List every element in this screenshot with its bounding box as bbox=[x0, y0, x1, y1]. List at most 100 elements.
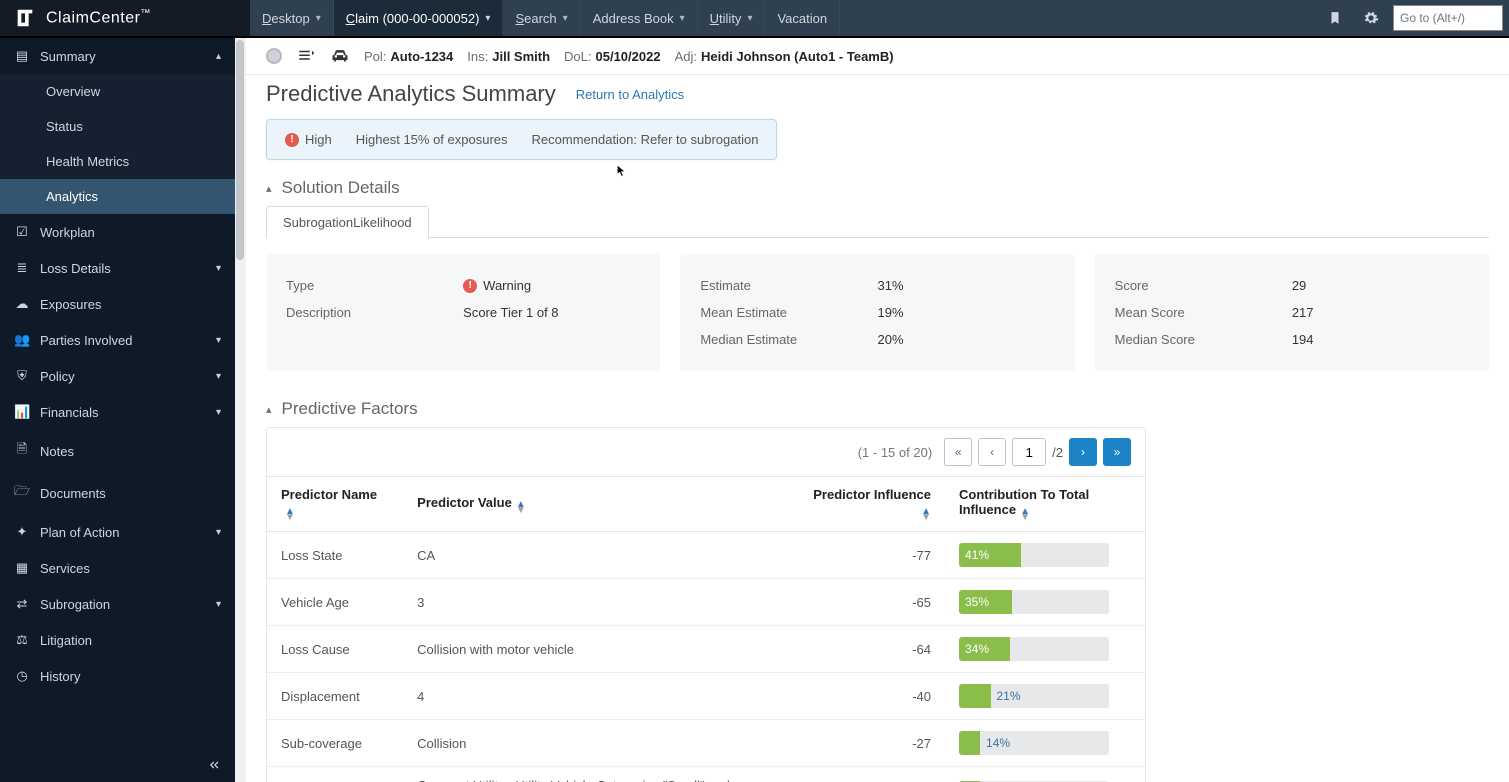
sidebar-item-subrogation[interactable]: ⇄Subrogation▾ bbox=[0, 586, 235, 622]
solution-tabs: SubrogationLikelihood bbox=[266, 206, 1489, 238]
shield-icon: ⛨ bbox=[14, 368, 30, 384]
table-row: Loss StateCA-7741% bbox=[267, 532, 1145, 579]
sidebar-item-documents[interactable]: 🗁Documents bbox=[0, 472, 235, 514]
cell-value: Collision with motor vehicle bbox=[403, 626, 790, 673]
pager-last-button[interactable]: » bbox=[1103, 438, 1131, 466]
col-predictor-value[interactable]: Predictor Value▲▼ bbox=[403, 477, 790, 532]
contribution-bar: 14% bbox=[959, 731, 1109, 755]
sidebar-item-label: Services bbox=[40, 561, 221, 576]
median-score-value: 194 bbox=[1292, 332, 1469, 347]
cell-value: Compact Utility _Utility Vehicle Categor… bbox=[403, 767, 790, 782]
table-row: NCSA Body TypeCompact Utility _Utility V… bbox=[267, 767, 1145, 782]
sidebar-item-label: Loss Details bbox=[40, 261, 206, 276]
chevron-down-icon: ▾ bbox=[485, 13, 490, 24]
sidebar-item-notes[interactable]: 🗎Notes bbox=[0, 430, 235, 472]
sidebar-item-workplan[interactable]: ☑Workplan bbox=[0, 214, 235, 250]
sidebar-item-summary[interactable]: ▤Summary▴ bbox=[0, 38, 235, 74]
top-menu-search[interactable]: Search▾ bbox=[503, 0, 580, 36]
cell-value: 4 bbox=[403, 673, 790, 720]
sidebar-item-label: Notes bbox=[40, 444, 221, 459]
cell-contribution: 14% bbox=[945, 767, 1145, 782]
plan-icon: ✦ bbox=[14, 524, 30, 540]
callout-band: Highest 15% of exposures bbox=[356, 132, 508, 147]
sidebar-subitem-health-metrics[interactable]: Health Metrics bbox=[0, 144, 235, 179]
section-solution-details-header[interactable]: ▴ Solution Details bbox=[246, 170, 1509, 206]
pager-page-input[interactable] bbox=[1012, 438, 1046, 466]
people-icon: 👥 bbox=[14, 332, 30, 348]
chevron-down-icon: ▾ bbox=[216, 263, 221, 274]
chevron-down-icon: ▾ bbox=[216, 527, 221, 538]
chevron-down-icon: ▾ bbox=[563, 13, 568, 24]
sidebar-item-parties-involved[interactable]: 👥Parties Involved▾ bbox=[0, 322, 235, 358]
table-row: Loss CauseCollision with motor vehicle-6… bbox=[267, 626, 1145, 673]
services-icon: ▦ bbox=[14, 560, 30, 576]
status-circle-icon[interactable] bbox=[266, 48, 282, 64]
alert-icon: ! bbox=[285, 133, 299, 147]
cell-name: NCSA Body Type bbox=[267, 767, 403, 782]
description-value: Score Tier 1 of 8 bbox=[463, 305, 640, 320]
top-bar: ClaimCenter™ Desktop▾Claim (000-00-00005… bbox=[0, 0, 1509, 38]
content: Pol:Auto-1234 Ins:Jill Smith DoL:05/10/2… bbox=[246, 38, 1509, 782]
col-predictor-influence[interactable]: Predictor Influence▲▼ bbox=[790, 477, 945, 532]
sidebar-item-policy[interactable]: ⛨Policy▾ bbox=[0, 358, 235, 394]
sidebar-item-loss-details[interactable]: ≣Loss Details▾ bbox=[0, 250, 235, 286]
return-to-analytics-link[interactable]: Return to Analytics bbox=[576, 87, 684, 102]
cell-name: Loss State bbox=[267, 532, 403, 579]
top-menu-vacation[interactable]: Vacation bbox=[765, 0, 840, 36]
sidebar-item-plan-of-action[interactable]: ✦Plan of Action▾ bbox=[0, 514, 235, 550]
cell-name: Loss Cause bbox=[267, 626, 403, 673]
estimate-value: 31% bbox=[877, 278, 1054, 293]
pager-prev-button[interactable]: ‹ bbox=[978, 438, 1006, 466]
contribution-bar: 34% bbox=[959, 637, 1109, 661]
sidebar-item-services[interactable]: ▦ Services bbox=[0, 550, 235, 586]
sidebar-item-label: Documents bbox=[40, 486, 221, 501]
sidebar-item-label: Financials bbox=[40, 405, 206, 420]
section-predictive-factors-header[interactable]: ▴ Predictive Factors bbox=[246, 391, 1509, 427]
pager-first-button[interactable]: « bbox=[944, 438, 972, 466]
sidebar-item-financials[interactable]: 📊Financials▾ bbox=[0, 394, 235, 430]
callout-recommendation: Recommendation: Refer to subrogation bbox=[532, 132, 759, 147]
chevron-down-icon: ▾ bbox=[316, 13, 321, 24]
tab-subrogation-likelihood[interactable]: SubrogationLikelihood bbox=[266, 206, 429, 238]
gear-icon[interactable] bbox=[1357, 4, 1385, 32]
pager-total: /2 bbox=[1052, 445, 1063, 460]
median-estimate-value: 20% bbox=[877, 332, 1054, 347]
top-menu-claim-000-00-000052-[interactable]: Claim (000-00-000052)▾ bbox=[334, 0, 504, 36]
chevron-double-left-icon bbox=[207, 758, 221, 772]
pager-next-button[interactable]: › bbox=[1069, 438, 1097, 466]
brand: ClaimCenter™ bbox=[0, 0, 250, 36]
contribution-bar: 21% bbox=[959, 684, 1109, 708]
cell-influence: -27 bbox=[790, 720, 945, 767]
context-policy: Pol:Auto-1234 bbox=[364, 49, 453, 64]
sidebar-subitem-analytics[interactable]: Analytics bbox=[0, 179, 235, 214]
car-icon[interactable] bbox=[330, 46, 350, 66]
chevron-down-icon: ▾ bbox=[216, 599, 221, 610]
clock-icon: ◷ bbox=[14, 668, 30, 684]
card-estimate: Estimate31% Mean Estimate19% Median Esti… bbox=[680, 254, 1074, 371]
card-score: Score29 Mean Score217 Median Score194 bbox=[1095, 254, 1489, 371]
sidebar-item-exposures[interactable]: ☁Exposures bbox=[0, 286, 235, 322]
info-cards: Type ! Warning DescriptionScore Tier 1 o… bbox=[246, 238, 1509, 391]
list-quick-icon[interactable] bbox=[296, 46, 316, 66]
top-menu-desktop[interactable]: Desktop▾ bbox=[250, 0, 334, 36]
sidebar-subitem-status[interactable]: Status bbox=[0, 109, 235, 144]
cell-influence: -64 bbox=[790, 626, 945, 673]
top-menu-utility[interactable]: Utility▾ bbox=[698, 0, 766, 36]
scroll-gap bbox=[235, 38, 246, 782]
sidebar-collapse-button[interactable] bbox=[0, 748, 235, 782]
bookmark-icon[interactable] bbox=[1321, 4, 1349, 32]
chevron-down-icon: ▾ bbox=[680, 13, 685, 24]
factors-table: Predictor Name▲▼ Predictor Value▲▼ Predi… bbox=[267, 476, 1145, 782]
top-menu-address-book[interactable]: Address Book▾ bbox=[581, 0, 698, 36]
sidebar-subitem-overview[interactable]: Overview bbox=[0, 74, 235, 109]
col-predictor-name[interactable]: Predictor Name▲▼ bbox=[267, 477, 403, 532]
scroll-thumb[interactable] bbox=[236, 40, 244, 260]
sort-icon: ▲▼ bbox=[1020, 509, 1030, 521]
col-contribution[interactable]: Contribution To Total Influence▲▼ bbox=[945, 477, 1145, 532]
pager: (1 - 15 of 20) « ‹ /2 › » bbox=[267, 428, 1145, 476]
sidebar-item-history[interactable]: ◷History bbox=[0, 658, 235, 694]
goto-search-input[interactable] bbox=[1393, 5, 1503, 31]
sidebar-item-label: Subrogation bbox=[40, 597, 206, 612]
cell-contribution: 21% bbox=[945, 673, 1145, 720]
sidebar-item-litigation[interactable]: ⚖Litigation bbox=[0, 622, 235, 658]
